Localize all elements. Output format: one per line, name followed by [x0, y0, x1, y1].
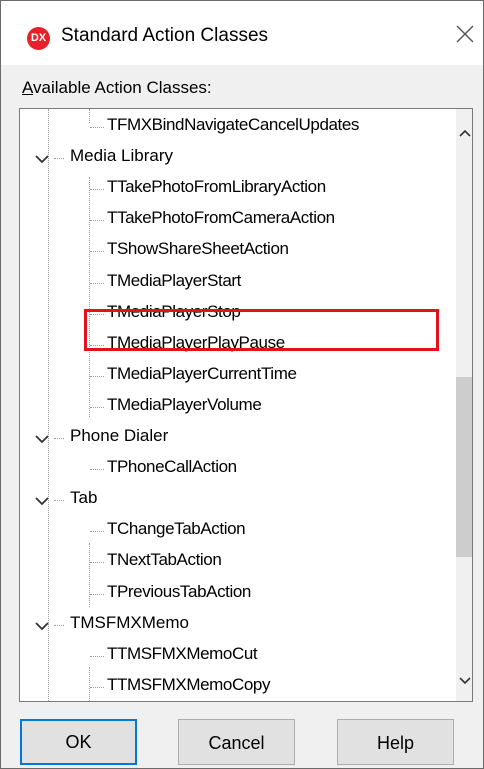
- tree-connector: [90, 375, 104, 377]
- tree-connector: [54, 624, 64, 626]
- tree-leaf-node[interactable]: TTakePhotoFromCameraAction: [107, 208, 335, 228]
- tree-leaf-node[interactable]: TPhoneCallAction: [107, 457, 237, 477]
- expand-chevron-icon[interactable]: [34, 496, 50, 506]
- tree-connector: [90, 127, 104, 128]
- tree-guide-line: [89, 667, 90, 701]
- tree-connector: [54, 158, 64, 160]
- tree-leaf-node[interactable]: TTMSFMXMemoCut: [107, 644, 258, 664]
- expand-chevron-icon[interactable]: [34, 621, 50, 631]
- tree-connector: [90, 282, 104, 284]
- app-logo-icon: DX: [27, 27, 50, 50]
- tree-connector: [90, 251, 104, 253]
- tree-guide-line: [89, 543, 90, 607]
- available-action-classes-label: Available Action Classes:: [22, 78, 212, 98]
- close-icon[interactable]: [454, 23, 476, 45]
- tree-group-node[interactable]: Media Library: [70, 146, 173, 166]
- scrollbar-thumb[interactable]: [456, 377, 472, 557]
- tree-group-node[interactable]: Tab: [70, 488, 97, 508]
- tree-leaf-node[interactable]: TShowShareSheetAction: [107, 239, 289, 259]
- tree-group-node[interactable]: Phone Dialer: [70, 426, 168, 446]
- window-title: Standard Action Classes: [61, 25, 269, 46]
- tree-leaf-node[interactable]: TTMSFMXMemoCopy: [107, 675, 270, 695]
- tree-leaf-node[interactable]: TMediaPlayerVolume: [107, 395, 262, 415]
- tree-group-node[interactable]: TMSFMXMemo: [70, 613, 189, 633]
- tree-guide-line: [89, 109, 90, 123]
- tree-guide-line: [48, 109, 49, 701]
- tree-connector: [90, 406, 104, 408]
- tree-leaf-node[interactable]: TMediaPlayerStart: [107, 271, 241, 291]
- highlight-box: [84, 309, 439, 351]
- tree-leaf-node[interactable]: TFMXBindNavigateCancelUpdates: [107, 115, 359, 135]
- scroll-down-arrow-icon[interactable]: [459, 677, 471, 685]
- scroll-up-arrow-icon[interactable]: [459, 129, 471, 137]
- label-rest: vailable Action Classes:: [33, 78, 212, 97]
- ok-button[interactable]: OK: [20, 719, 137, 765]
- tree-connector: [90, 686, 104, 688]
- tree-leaf-node[interactable]: TMediaPlayerCurrentTime: [107, 364, 297, 384]
- title-bar: DX Standard Action Classes: [1, 1, 483, 65]
- tree-leaf-node[interactable]: TTakePhotoFromLibraryAction: [107, 177, 326, 197]
- tree-connector: [90, 562, 104, 564]
- expand-chevron-icon[interactable]: [34, 154, 50, 164]
- label-accelerator: A: [22, 78, 34, 97]
- help-button[interactable]: Help: [337, 719, 454, 765]
- tree-connector: [90, 220, 104, 222]
- tree-connector: [90, 593, 104, 595]
- standard-action-classes-dialog: DX Standard Action Classes Available Act…: [0, 0, 484, 769]
- tree-connector: [90, 189, 104, 191]
- tree-connector: [90, 469, 104, 471]
- action-classes-tree[interactable]: TFMXBindNavigateCancelUpdates Media Libra…: [19, 108, 473, 702]
- tree-leaf-node[interactable]: TPreviousTabAction: [107, 582, 251, 602]
- cancel-button[interactable]: Cancel: [178, 719, 295, 765]
- tree-guide-line: [89, 177, 90, 417]
- tree-connector: [54, 438, 64, 439]
- tree-connector: [54, 500, 64, 502]
- tree-connector: [90, 531, 104, 533]
- tree-leaf-node[interactable]: TChangeTabAction: [107, 519, 246, 539]
- tree-leaf-node[interactable]: TNextTabAction: [107, 550, 222, 570]
- expand-chevron-icon[interactable]: [34, 434, 50, 444]
- tree-connector: [90, 655, 104, 657]
